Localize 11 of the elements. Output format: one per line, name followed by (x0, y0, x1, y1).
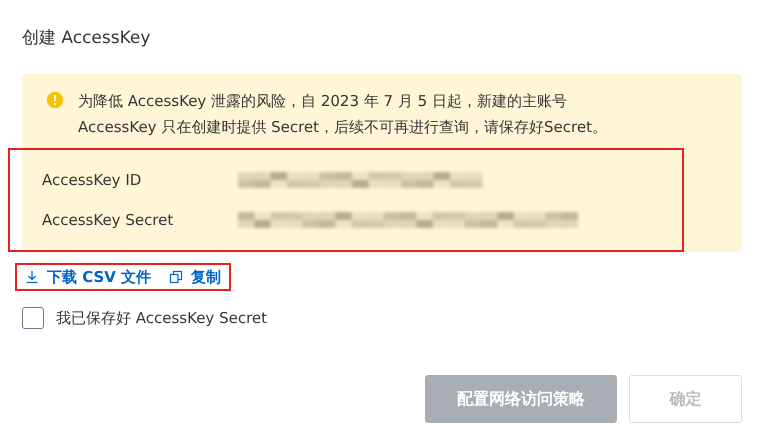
action-link[interactable]: 复制 (191, 267, 222, 287)
download-icon[interactable] (25, 270, 39, 284)
credential-label: AccessKey ID (42, 171, 142, 189)
checkbox-label: 我已保存好 AccessKey Secret (56, 308, 268, 328)
action-link[interactable]: 下载 CSV 文件 (47, 267, 152, 287)
copy-icon[interactable] (169, 270, 184, 284)
credential-label: AccessKey Secret (42, 211, 174, 229)
warning-icon (46, 91, 64, 109)
dialog-title: 创建 AccessKey (22, 27, 152, 50)
warning-message: 为降低 AccessKey 泄露的风险，自 2023 年 7 月 5 日起，新建的主账号 AccessKey 只在创建时提供 Secret，后续不可再进行查询，请保存好Secret。 (78, 91, 608, 138)
checkbox[interactable] (22, 307, 44, 329)
